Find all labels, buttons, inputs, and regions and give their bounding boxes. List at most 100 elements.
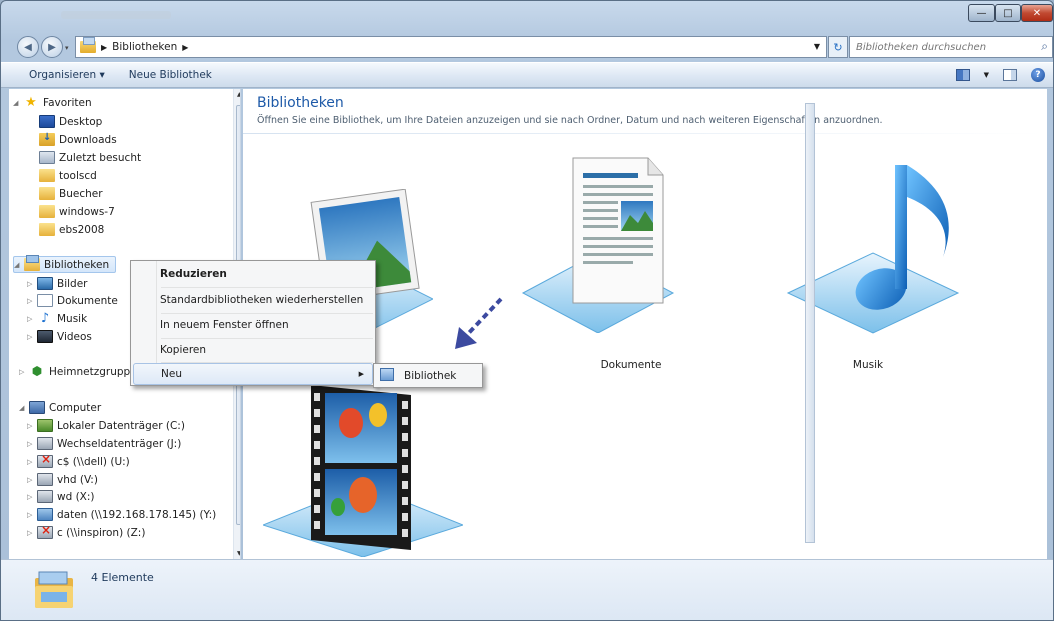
close-button[interactable]: ✕: [1021, 4, 1053, 22]
documents-library-icon: [37, 294, 53, 307]
nav-item-desktop[interactable]: Desktop: [39, 113, 102, 130]
menu-item-copy[interactable]: Kopieren: [133, 339, 373, 361]
preview-pane-icon[interactable]: [1003, 69, 1017, 81]
library-label-music[interactable]: Musik: [798, 359, 938, 371]
expand-arrow-icon[interactable]: ▷: [27, 422, 37, 430]
nav-drive-x[interactable]: ▷ wd (X:): [27, 488, 95, 505]
nav-favorites-label: Favoriten: [43, 96, 92, 109]
nav-item-recent[interactable]: Zuletzt besucht: [39, 149, 141, 166]
nav-item-label: Dokumente: [57, 294, 118, 307]
chevron-down-icon: ▾: [99, 69, 105, 81]
menu-item-library[interactable]: Bibliothek: [376, 365, 480, 387]
nav-item-toolscd[interactable]: toolscd: [39, 167, 97, 184]
command-bar: Organisieren ▾ Neue Bibliothek ▼ ?: [1, 62, 1053, 88]
menu-item-new[interactable]: Neu ▶: [133, 363, 373, 385]
disconnected-network-drive-icon: [37, 452, 53, 468]
network-drive-icon: [37, 508, 53, 521]
folder-icon: [39, 169, 55, 182]
nav-item-musik[interactable]: ▷ ♪ Musik: [27, 310, 87, 327]
maximize-button[interactable]: □: [995, 4, 1021, 22]
nav-item-label: Downloads: [59, 133, 117, 146]
history-dropdown-icon[interactable]: ▾: [65, 44, 69, 52]
minimize-button[interactable]: —: [968, 4, 995, 22]
expand-arrow-icon[interactable]: ▷: [27, 315, 37, 323]
nav-computer[interactable]: ◢ Computer: [19, 399, 101, 416]
documents-library-icon: [521, 157, 675, 334]
change-view-icon[interactable]: [955, 69, 970, 81]
address-bar[interactable]: ▶ Bibliotheken ▶ ▼: [75, 36, 827, 58]
expand-arrow-icon[interactable]: ▷: [27, 476, 37, 484]
toolbar-right-group: ▼ ?: [955, 68, 1045, 82]
collapse-arrow-icon[interactable]: ◢: [13, 99, 23, 107]
nav-item-buecher[interactable]: Buecher: [39, 185, 103, 202]
nav-item-label: Musik: [57, 312, 88, 325]
nav-drive-z[interactable]: ▷ c (\\inspiron) (Z:): [27, 523, 145, 541]
nav-item-label: daten (\\192.168.178.145) (Y:): [57, 508, 217, 521]
nav-drive-v[interactable]: ▷ vhd (V:): [27, 471, 98, 488]
expand-arrow-icon[interactable]: ▷: [27, 333, 37, 341]
folder-icon: [39, 205, 55, 218]
forward-button[interactable]: ▶: [41, 36, 63, 58]
details-pane: 4 Elemente: [1, 559, 1053, 620]
expand-arrow-icon[interactable]: ▷: [27, 297, 37, 305]
nav-computer-label: Computer: [49, 401, 102, 414]
menu-item-new-label: Neu: [161, 368, 182, 380]
expand-arrow-icon[interactable]: ▷: [27, 458, 37, 466]
scroll-down-icon[interactable]: ▼: [237, 550, 240, 557]
star-icon: ★: [25, 95, 37, 110]
nav-item-windows7[interactable]: windows-7: [39, 203, 115, 220]
nav-homegroup-label: Heimnetzgruppe: [49, 365, 137, 378]
search-icon[interactable]: ⌕: [1041, 39, 1048, 54]
library-label-documents[interactable]: Dokumente: [561, 359, 701, 371]
menu-item-restore-default-libraries[interactable]: Standardbibliotheken wiederherstellen: [133, 289, 373, 311]
content-scrollbar[interactable]: [805, 89, 815, 559]
nav-item-videos[interactable]: ▷ Videos: [27, 328, 92, 345]
expand-arrow-icon[interactable]: ▷: [27, 440, 37, 448]
library-tile-videos[interactable]: [261, 385, 465, 558]
removable-drive-icon: [37, 437, 53, 450]
menu-item-open-new-window[interactable]: In neuem Fenster öffnen: [133, 314, 373, 336]
expand-arrow-icon[interactable]: ▷: [27, 511, 37, 519]
search-box[interactable]: ⌕: [849, 36, 1053, 58]
music-note-icon: ♪: [40, 311, 50, 326]
nav-drive-u[interactable]: ▷ c$ (\\dell) (U:): [27, 452, 130, 470]
content-scroll-thumb[interactable]: [805, 103, 815, 543]
submenu-arrow-icon: ▶: [358, 370, 364, 378]
context-menu: Reduzieren Standardbibliotheken wiederhe…: [130, 260, 376, 386]
back-button[interactable]: ◀: [17, 36, 39, 58]
search-input[interactable]: [856, 41, 1026, 53]
nav-item-downloads[interactable]: Downloads: [39, 131, 117, 148]
view-dropdown-icon[interactable]: ▼: [984, 71, 989, 79]
nav-item-label: Lokaler Datenträger (C:): [57, 419, 185, 432]
expand-arrow-icon[interactable]: ▷: [27, 493, 37, 501]
title-bar[interactable]: — □ ✕: [1, 1, 1053, 31]
organize-menu-button[interactable]: Organisieren ▾: [1, 69, 117, 81]
organize-label: Organisieren: [29, 69, 97, 81]
nav-drive-y[interactable]: ▷ daten (\\192.168.178.145) (Y:): [27, 506, 216, 523]
nav-drive-j[interactable]: ▷ Wechseldatenträger (J:): [27, 435, 181, 452]
help-icon[interactable]: ?: [1031, 68, 1045, 82]
breadcrumb-item[interactable]: Bibliotheken: [112, 41, 177, 53]
explorer-window: — □ ✕ ◀ ▶ ▾ ▶ Bibliotheken ▶ ▼ ↻ ⌕ Organ…: [0, 0, 1054, 621]
nav-item-ebs2008[interactable]: ebs2008: [39, 221, 104, 238]
expand-arrow-icon[interactable]: ▷: [19, 368, 29, 376]
nav-item-bilder[interactable]: ▷ Bilder: [27, 275, 87, 292]
address-dropdown-icon[interactable]: ▼: [814, 42, 820, 51]
nav-drive-c[interactable]: ▷ Lokaler Datenträger (C:): [27, 417, 185, 434]
collapse-arrow-icon[interactable]: ◢: [14, 261, 24, 269]
new-library-button[interactable]: Neue Bibliothek: [117, 69, 224, 81]
menu-item-reduzieren[interactable]: Reduzieren: [133, 263, 373, 285]
nav-item-dokumente[interactable]: ▷ Dokumente: [27, 292, 118, 309]
nav-homegroup[interactable]: ▷ ⬢ Heimnetzgruppe: [19, 363, 137, 380]
breadcrumb-separator-icon[interactable]: ▶: [101, 43, 107, 52]
collapse-arrow-icon[interactable]: ◢: [19, 404, 29, 412]
expand-arrow-icon[interactable]: ▷: [27, 529, 37, 537]
scroll-up-icon[interactable]: ▲: [237, 91, 240, 98]
refresh-icon: ↻: [833, 40, 843, 54]
refresh-button[interactable]: ↻: [828, 36, 848, 58]
nav-libraries[interactable]: ◢ Bibliotheken: [13, 255, 117, 273]
expand-arrow-icon[interactable]: ▷: [27, 280, 37, 288]
library-tile-documents[interactable]: [518, 153, 678, 334]
nav-favorites[interactable]: ◢ ★ Favoriten: [13, 94, 92, 111]
breadcrumb-separator-icon[interactable]: ▶: [182, 43, 188, 52]
